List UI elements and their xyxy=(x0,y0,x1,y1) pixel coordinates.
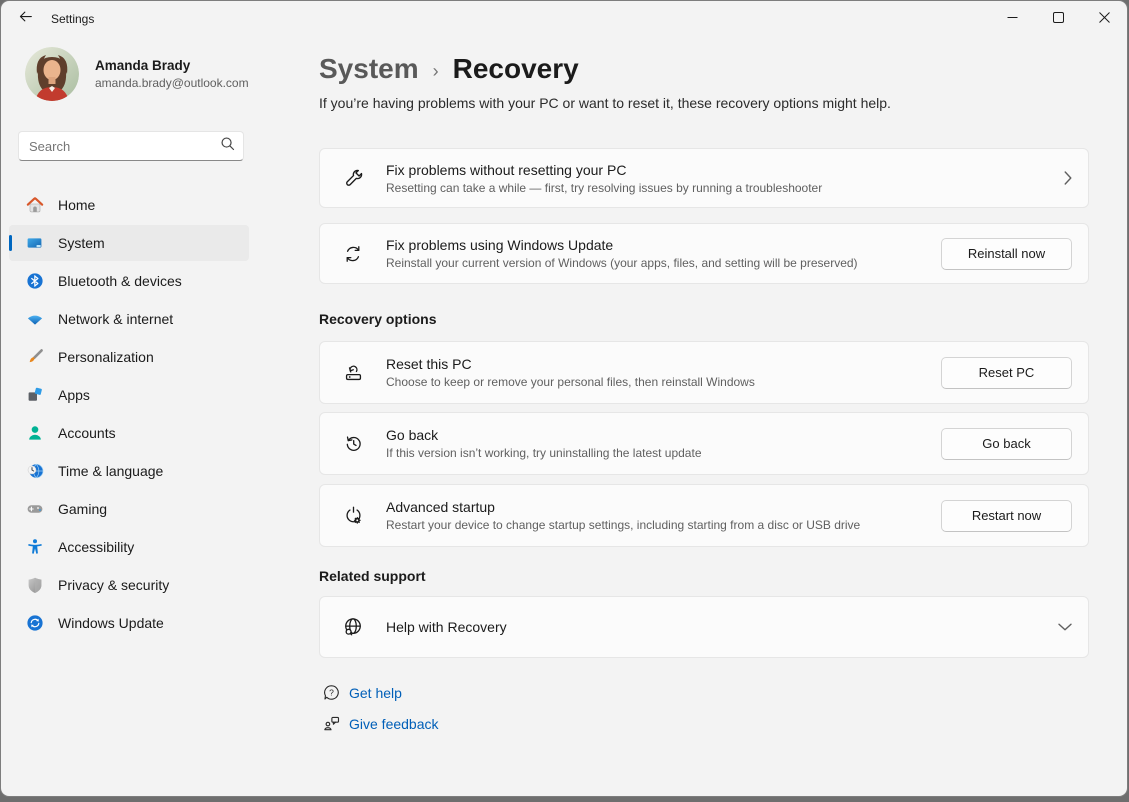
window-title: Settings xyxy=(51,12,94,26)
profile-email: amanda.brady@outlook.com xyxy=(95,76,249,90)
reset-pc-button[interactable]: Reset PC xyxy=(941,357,1072,389)
sidebar-item-label: Network & internet xyxy=(58,311,173,327)
reset-pc-row: Reset this PC Choose to keep or remove y… xyxy=(319,341,1089,404)
breadcrumb-separator-icon: › xyxy=(433,61,439,82)
search-icon[interactable] xyxy=(220,136,235,156)
settings-window: Settings xyxy=(1,1,1127,796)
sidebar-item-label: Personalization xyxy=(58,349,154,365)
go-back-row: Go back If this version isn’t working, t… xyxy=(319,412,1089,475)
go-back-button[interactable]: Go back xyxy=(941,428,1072,460)
sidebar-item-bluetooth-devices[interactable]: Bluetooth & devices xyxy=(9,263,249,299)
get-help-link[interactable]: ? Get help xyxy=(321,684,402,701)
paintbrush-icon xyxy=(25,348,44,367)
bluetooth-icon xyxy=(25,272,44,291)
windows-update-fix-subtitle: Reinstall your current version of Window… xyxy=(386,256,941,270)
advanced-startup-row: Advanced startup Restart your device to … xyxy=(319,484,1089,547)
search-input[interactable] xyxy=(29,139,220,154)
shield-icon xyxy=(25,576,44,595)
restart-now-button[interactable]: Restart now xyxy=(941,500,1072,532)
accessibility-icon xyxy=(25,538,44,557)
user-profile[interactable]: Amanda Brady amanda.brady@outlook.com xyxy=(25,47,249,101)
give-feedback-label: Give feedback xyxy=(349,716,439,732)
svg-text:?: ? xyxy=(329,687,334,697)
advanced-startup-title: Advanced startup xyxy=(386,499,941,515)
windows-update-icon xyxy=(25,614,44,633)
advanced-startup-subtitle: Restart your device to change startup se… xyxy=(386,518,941,532)
search-box[interactable] xyxy=(18,131,244,161)
sidebar-item-label: Time & language xyxy=(58,463,163,479)
windows-update-fix-row: Fix problems using Windows Update Reinst… xyxy=(319,223,1089,284)
power-gear-icon xyxy=(320,505,386,526)
troubleshoot-subtitle: Resetting can take a while — first, try … xyxy=(386,181,1042,195)
sidebar-item-apps[interactable]: Apps xyxy=(9,377,249,413)
back-button[interactable] xyxy=(9,5,41,33)
reset-pc-subtitle: Choose to keep or remove your personal f… xyxy=(386,375,941,389)
sidebar-item-accessibility[interactable]: Accessibility xyxy=(9,529,249,565)
sidebar-item-network-internet[interactable]: Network & internet xyxy=(9,301,249,337)
sync-icon xyxy=(320,244,386,264)
windows-update-fix-title: Fix problems using Windows Update xyxy=(386,237,941,253)
profile-text: Amanda Brady amanda.brady@outlook.com xyxy=(95,58,249,90)
time-language-icon xyxy=(25,462,44,481)
go-back-subtitle: If this version isn’t working, try unins… xyxy=(386,446,941,460)
wifi-icon xyxy=(25,310,44,329)
breadcrumb: System › Recovery xyxy=(319,53,579,85)
profile-name: Amanda Brady xyxy=(95,58,249,73)
sidebar-item-time-language[interactable]: Time & language xyxy=(9,453,249,489)
gamepad-icon xyxy=(25,500,44,519)
sidebar-item-system[interactable]: System xyxy=(9,225,249,261)
sidebar-item-label: Privacy & security xyxy=(58,577,169,593)
accounts-icon xyxy=(25,424,44,443)
wrench-icon xyxy=(320,168,386,189)
sidebar-item-label: Accounts xyxy=(58,425,116,441)
breadcrumb-system[interactable]: System xyxy=(319,53,419,85)
sidebar-item-label: Accessibility xyxy=(58,539,134,555)
sidebar-item-label: Apps xyxy=(58,387,90,403)
sidebar-nav: Home System Bluetooth & devices xyxy=(1,185,257,643)
sidebar-item-gaming[interactable]: Gaming xyxy=(9,491,249,527)
get-help-label: Get help xyxy=(349,685,402,701)
help-with-recovery-title: Help with Recovery xyxy=(386,619,1042,635)
sidebar-item-windows-update[interactable]: Windows Update xyxy=(9,605,249,641)
close-icon xyxy=(1099,10,1110,28)
back-arrow-icon xyxy=(18,9,33,29)
chevron-down-icon[interactable] xyxy=(1042,623,1072,631)
sidebar-item-label: Gaming xyxy=(58,501,107,517)
section-recovery-options: Recovery options xyxy=(319,311,436,327)
sidebar-item-accounts[interactable]: Accounts xyxy=(9,415,249,451)
sidebar-item-privacy-security[interactable]: Privacy & security xyxy=(9,567,249,603)
reinstall-now-button[interactable]: Reinstall now xyxy=(941,238,1072,270)
help-with-recovery-row[interactable]: Help with Recovery xyxy=(319,596,1089,658)
apps-icon xyxy=(25,386,44,405)
chevron-right-icon xyxy=(1042,171,1072,185)
troubleshoot-title: Fix problems without resetting your PC xyxy=(386,162,1042,178)
sidebar-item-label: Windows Update xyxy=(58,615,164,631)
globe-search-icon xyxy=(320,616,386,638)
page-description: If you’re having problems with your PC o… xyxy=(319,95,891,111)
give-feedback-link[interactable]: Give feedback xyxy=(321,715,439,732)
give-feedback-icon xyxy=(321,715,341,732)
reset-pc-icon xyxy=(320,362,386,383)
home-icon xyxy=(25,196,44,215)
get-help-icon: ? xyxy=(321,684,341,701)
troubleshoot-row[interactable]: Fix problems without resetting your PC R… xyxy=(319,148,1089,208)
sidebar-item-label: System xyxy=(58,235,105,251)
reset-pc-title: Reset this PC xyxy=(386,356,941,372)
go-back-title: Go back xyxy=(386,427,941,443)
selected-accent-pill xyxy=(9,235,12,251)
sidebar-item-label: Bluetooth & devices xyxy=(58,273,182,289)
avatar xyxy=(25,47,79,101)
sidebar-item-label: Home xyxy=(58,197,95,213)
main-content: System › Recovery If you’re having probl… xyxy=(319,1,1089,796)
system-icon xyxy=(25,234,44,253)
sidebar-item-home[interactable]: Home xyxy=(9,187,249,223)
page-title: Recovery xyxy=(453,53,579,85)
sidebar-item-personalization[interactable]: Personalization xyxy=(9,339,249,375)
history-icon xyxy=(320,433,386,454)
section-related-support: Related support xyxy=(319,568,426,584)
